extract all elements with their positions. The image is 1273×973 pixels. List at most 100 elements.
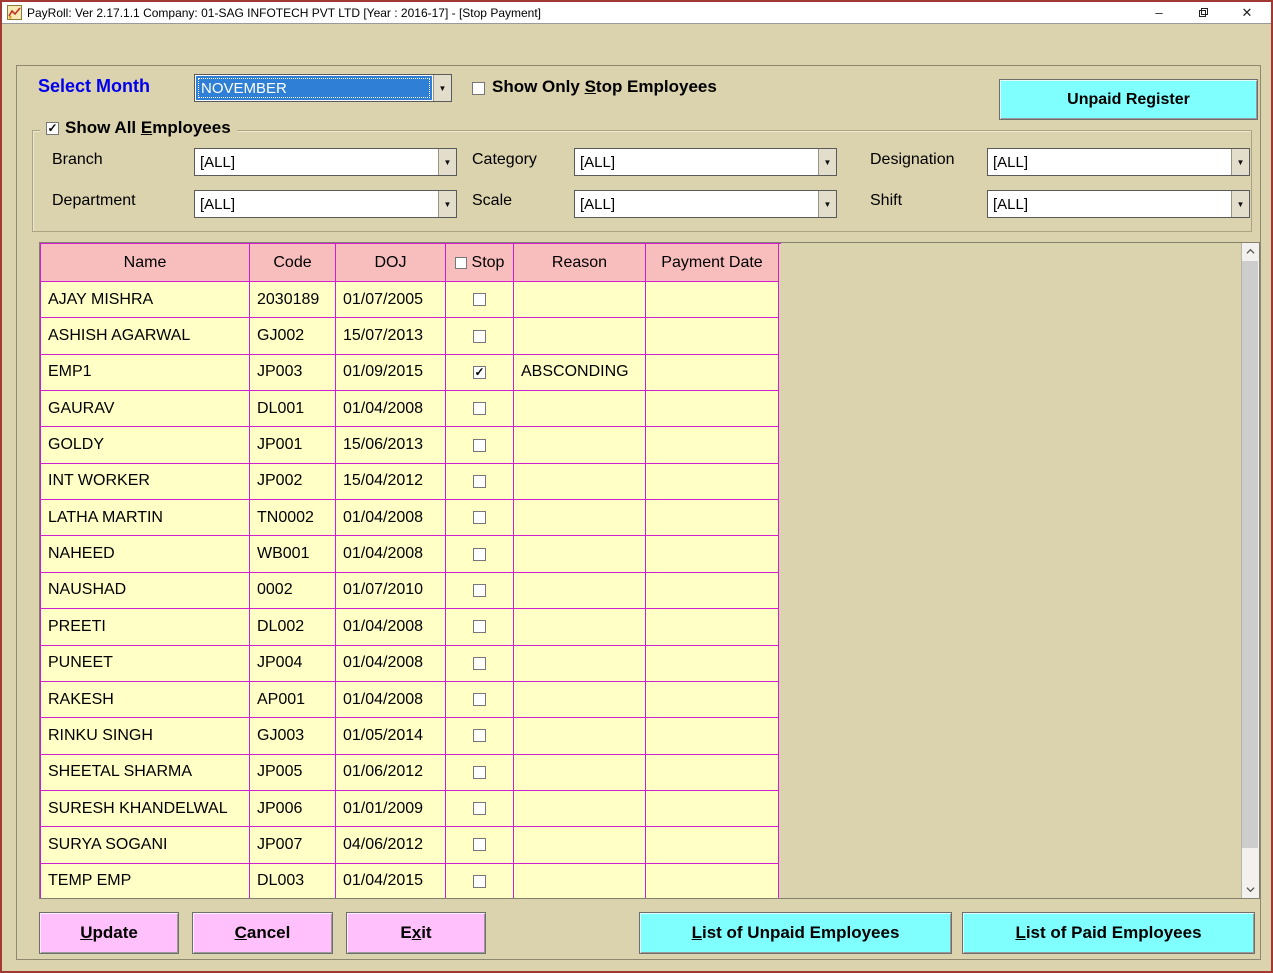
cell-doj: 01/04/2008 — [336, 609, 446, 645]
list-paid-employees-button[interactable]: List of Paid Employees — [962, 912, 1255, 954]
chevron-down-icon[interactable]: ▼ — [438, 191, 456, 217]
cell-name: SURYA SOGANI — [41, 827, 250, 863]
table-row: SURYA SOGANI JP007 04/06/2012 — [41, 827, 781, 863]
stop-checkbox[interactable] — [473, 330, 486, 343]
chevron-down-icon[interactable]: ▼ — [1231, 191, 1249, 217]
cell-payment-date — [646, 573, 779, 609]
branch-label: Branch — [52, 151, 103, 169]
cell-code: JP003 — [250, 355, 336, 391]
cell-code: JP006 — [250, 791, 336, 827]
table-row: ASHISH AGARWAL GJ002 15/07/2013 — [41, 318, 781, 354]
cell-doj: 15/04/2012 — [336, 464, 446, 500]
stop-checkbox[interactable] — [473, 693, 486, 706]
cell-code: JP002 — [250, 464, 336, 500]
stop-checkbox[interactable] — [473, 511, 486, 524]
table-scrollbar[interactable] — [1241, 243, 1259, 898]
list-unpaid-employees-button[interactable]: List of Unpaid Employees — [639, 912, 952, 954]
stop-checkbox[interactable] — [473, 729, 486, 742]
stop-checkbox[interactable] — [473, 293, 486, 306]
exit-button[interactable]: Exit — [346, 912, 486, 954]
table-row: EMP1 JP003 01/09/2015 ABSCONDING — [41, 355, 781, 391]
cell-stop — [446, 318, 514, 354]
designation-select[interactable]: [ALL]▼ — [987, 148, 1250, 176]
stop-checkbox[interactable] — [473, 475, 486, 488]
stop-checkbox[interactable] — [473, 439, 486, 452]
chevron-down-icon[interactable]: ▼ — [818, 149, 836, 175]
stop-checkbox[interactable] — [473, 766, 486, 779]
branch-select[interactable]: [ALL]▼ — [194, 148, 457, 176]
scroll-up-button[interactable] — [1242, 243, 1258, 260]
cell-reason — [514, 682, 646, 718]
cell-doj: 01/04/2008 — [336, 536, 446, 572]
chevron-down-icon[interactable]: ▼ — [433, 75, 451, 101]
chevron-down-icon[interactable]: ▼ — [1231, 149, 1249, 175]
show-only-stop-checkbox[interactable] — [472, 82, 485, 95]
cell-name: SURESH KHANDELWAL — [41, 791, 250, 827]
stop-checkbox[interactable] — [473, 366, 486, 379]
cell-payment-date — [646, 427, 779, 463]
header-cell-reason: Reason — [514, 244, 646, 282]
update-button[interactable]: Update — [39, 912, 179, 954]
stop-checkbox[interactable] — [473, 620, 486, 633]
shift-select[interactable]: [ALL]▼ — [987, 190, 1250, 218]
category-select[interactable]: [ALL]▼ — [574, 148, 837, 176]
month-select[interactable]: NOVEMBER ▼ — [194, 74, 452, 102]
header-cell-code: Code — [250, 244, 336, 282]
restore-button[interactable] — [1181, 2, 1225, 23]
cell-doj: 01/07/2005 — [336, 282, 446, 318]
cell-reason — [514, 573, 646, 609]
table-row: PREETI DL002 01/04/2008 — [41, 609, 781, 645]
table-row: RAKESH AP001 01/04/2008 — [41, 682, 781, 718]
stop-checkbox[interactable] — [473, 548, 486, 561]
minimize-button[interactable]: – — [1137, 2, 1181, 23]
cell-code: DL003 — [250, 864, 336, 899]
cell-reason: ABSCONDING — [514, 355, 646, 391]
cell-reason — [514, 391, 646, 427]
scale-select[interactable]: [ALL]▼ — [574, 190, 837, 218]
cell-reason — [514, 427, 646, 463]
cell-name: INT WORKER — [41, 464, 250, 500]
header-cell-name: Name — [41, 244, 250, 282]
show-only-stop-label[interactable]: Show Only Stop Employees — [492, 77, 717, 97]
cell-stop — [446, 355, 514, 391]
scroll-down-button[interactable] — [1242, 881, 1258, 898]
stop-checkbox[interactable] — [473, 402, 486, 415]
cell-reason — [514, 500, 646, 536]
stop-checkbox[interactable] — [473, 657, 486, 670]
cell-stop — [446, 464, 514, 500]
cell-stop — [446, 682, 514, 718]
stop-checkbox[interactable] — [473, 875, 486, 888]
stop-checkbox[interactable] — [473, 584, 486, 597]
cell-reason — [514, 282, 646, 318]
stop-checkbox[interactable] — [473, 802, 486, 815]
month-select-value: NOVEMBER — [196, 76, 432, 100]
cell-payment-date — [646, 682, 779, 718]
cell-stop — [446, 609, 514, 645]
cell-doj: 01/04/2015 — [336, 864, 446, 899]
cell-doj: 01/01/2009 — [336, 791, 446, 827]
stop-all-checkbox[interactable] — [455, 257, 467, 269]
cancel-button[interactable]: Cancel — [192, 912, 333, 954]
cell-code: DL002 — [250, 609, 336, 645]
cell-stop — [446, 718, 514, 754]
unpaid-register-button[interactable]: Unpaid Register — [999, 79, 1258, 120]
chevron-down-icon[interactable]: ▼ — [818, 191, 836, 217]
cell-doj: 01/04/2008 — [336, 682, 446, 718]
cell-doj: 01/09/2015 — [336, 355, 446, 391]
chevron-down-icon[interactable]: ▼ — [438, 149, 456, 175]
scroll-thumb[interactable] — [1242, 261, 1258, 848]
show-all-checkbox[interactable] — [46, 122, 59, 135]
cell-name: ASHISH AGARWAL — [41, 318, 250, 354]
cell-stop — [446, 500, 514, 536]
cell-payment-date — [646, 718, 779, 754]
cell-payment-date — [646, 500, 779, 536]
stop-checkbox[interactable] — [473, 838, 486, 851]
show-all-employees-control[interactable]: Show All Employees — [40, 118, 237, 138]
table-row: TEMP EMP DL003 01/04/2015 — [41, 864, 781, 899]
department-select[interactable]: [ALL]▼ — [194, 190, 457, 218]
cell-stop — [446, 827, 514, 863]
cell-doj: 01/04/2008 — [336, 646, 446, 682]
department-label: Department — [52, 192, 136, 210]
cell-stop — [446, 755, 514, 791]
close-button[interactable]: ✕ — [1225, 2, 1269, 23]
